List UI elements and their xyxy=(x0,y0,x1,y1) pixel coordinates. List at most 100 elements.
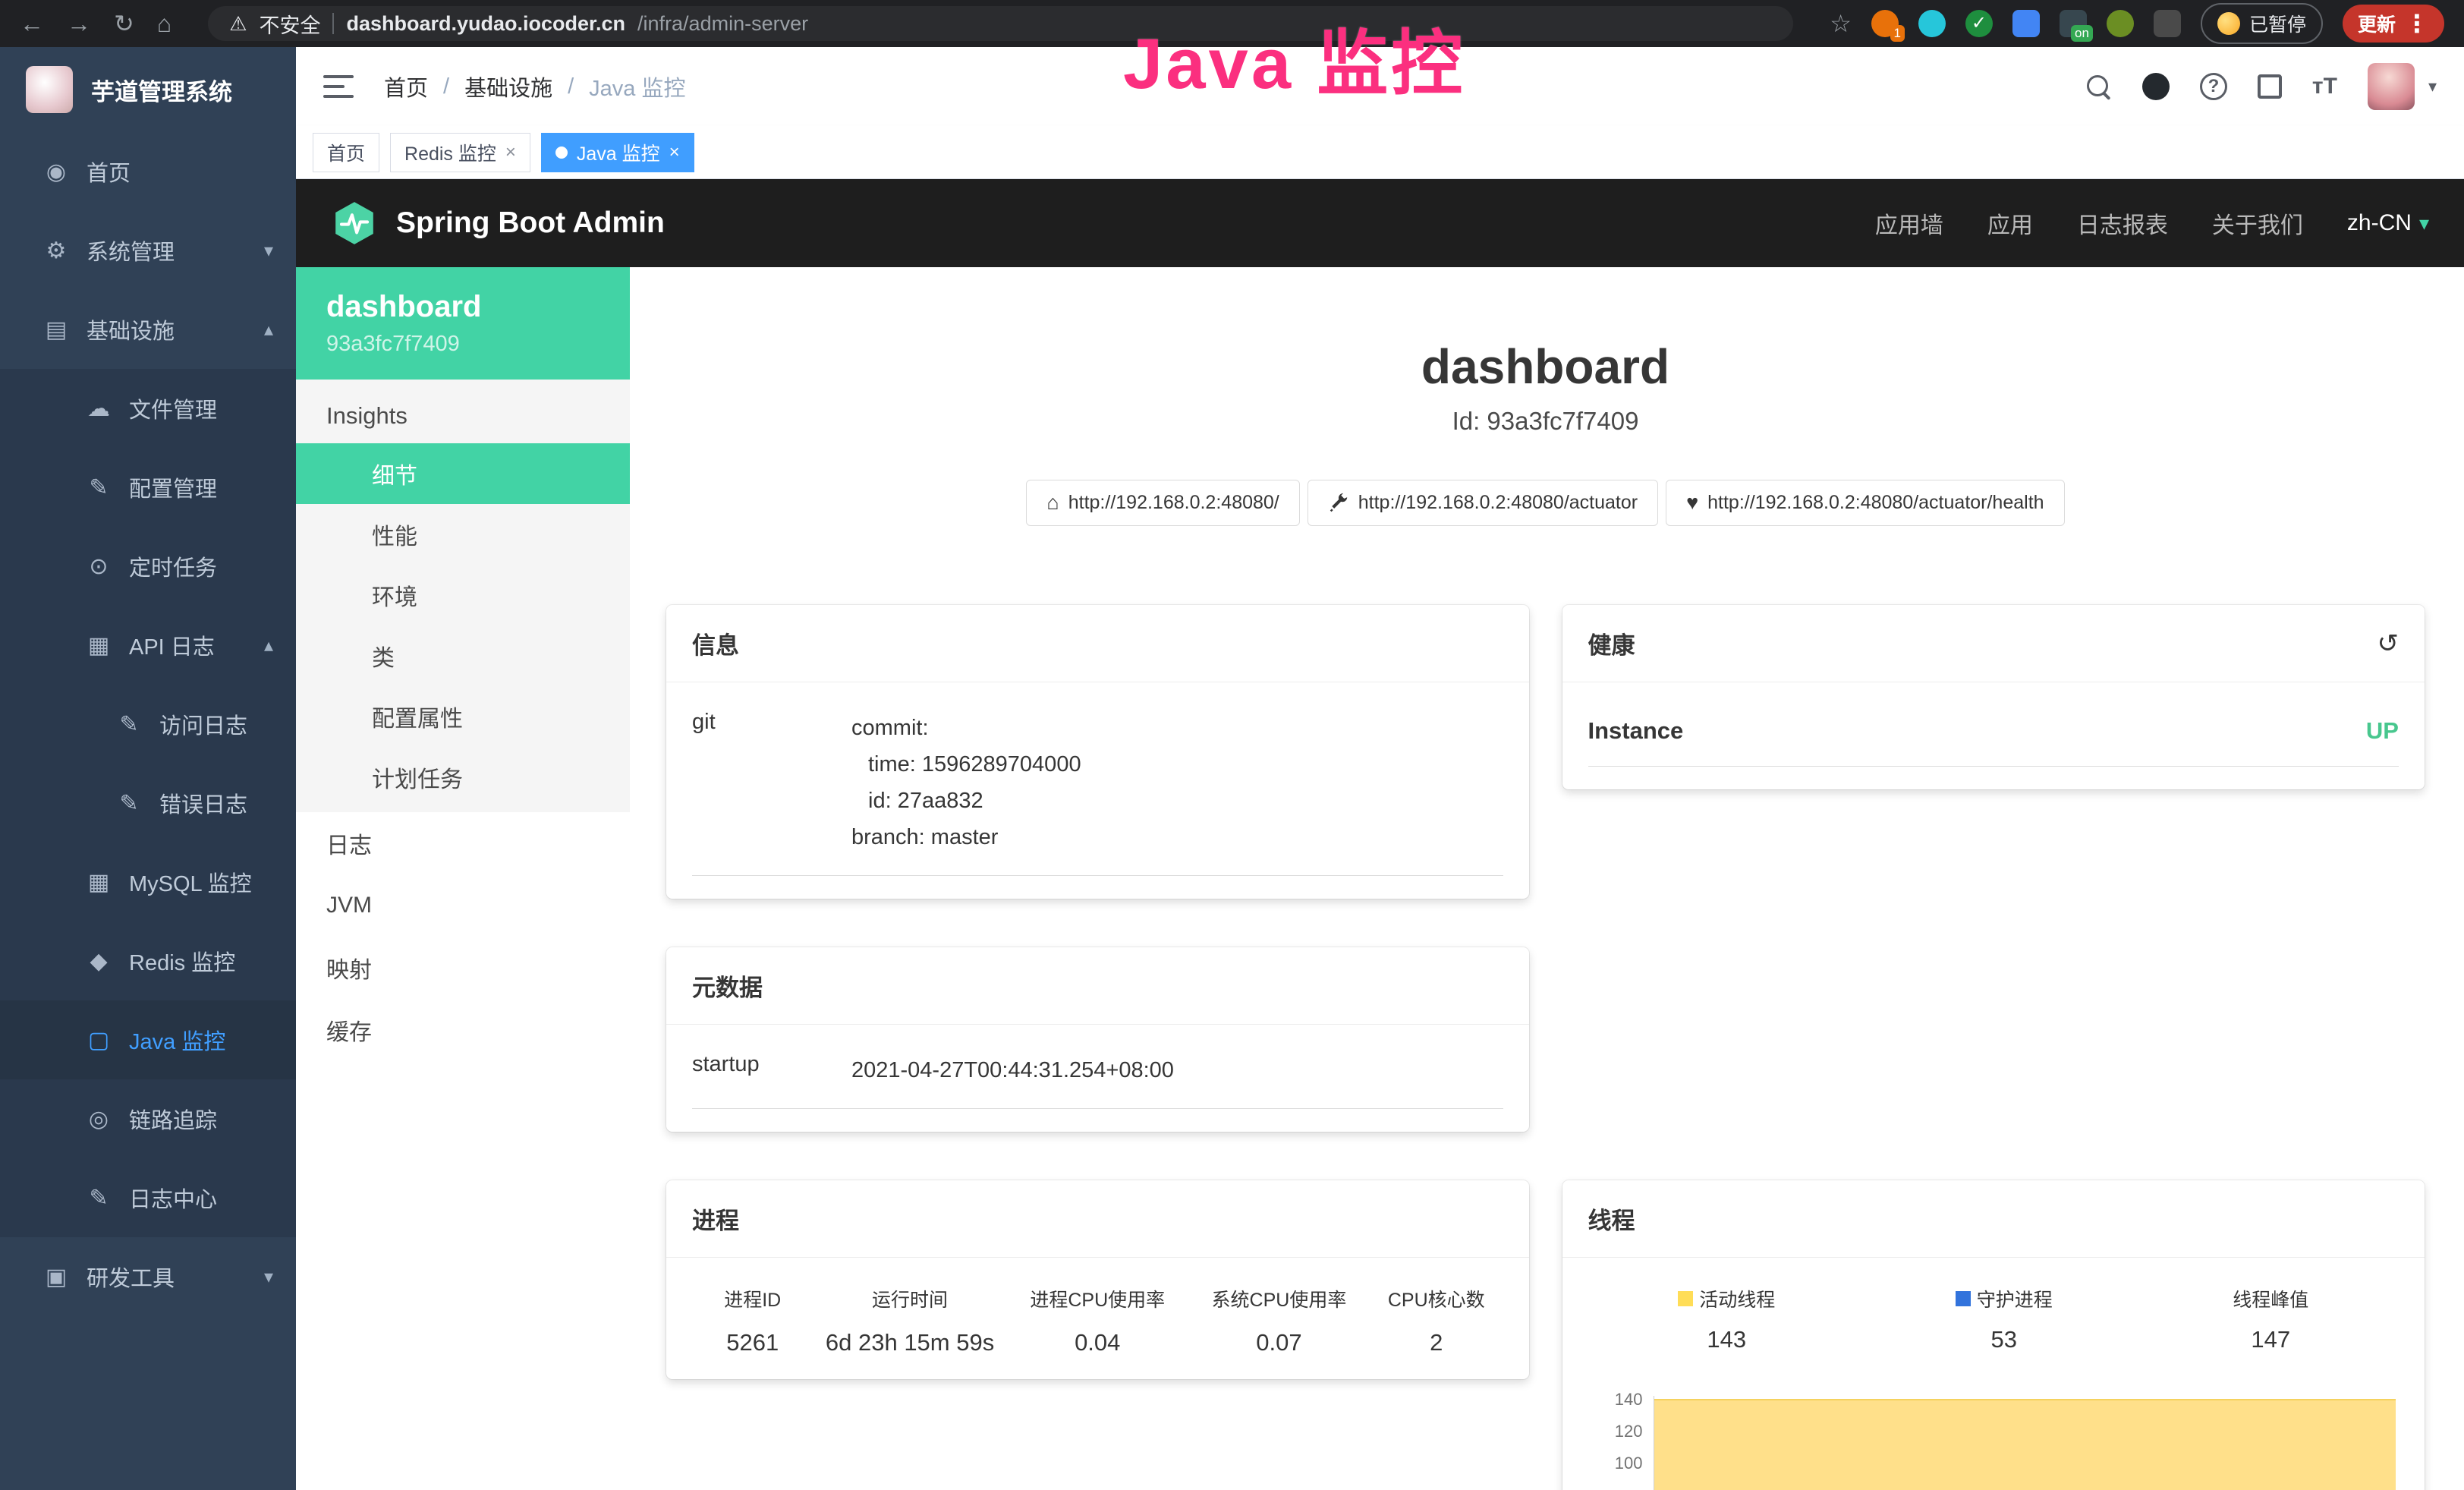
breadcrumb-home[interactable]: 首页 xyxy=(384,71,428,102)
git-id-line: id: 27aa832 xyxy=(851,783,1503,819)
sidebar-item-home[interactable]: ◉ 首页 xyxy=(0,132,296,211)
sidebar-item-error-logs[interactable]: ✎ 错误日志 xyxy=(0,764,296,843)
sba-brand-title[interactable]: Spring Boot Admin xyxy=(396,206,665,240)
forward-icon[interactable]: → xyxy=(67,11,91,36)
profile-paused-badge[interactable]: 已暂停 xyxy=(2201,3,2323,44)
sidebar-item-label: 系统管理 xyxy=(87,235,175,266)
sidebar-item-java-monitor[interactable]: ▢ Java 监控 xyxy=(0,1000,296,1079)
sba-sidebar-item-scheduled[interactable]: 计划任务 xyxy=(296,747,630,808)
sidebar-toggle-icon[interactable] xyxy=(323,75,354,98)
sba-sidebar-item-environment[interactable]: 环境 xyxy=(296,565,630,625)
sba-nav-journal[interactable]: 日志报表 xyxy=(2077,206,2168,240)
home-icon[interactable]: ⌂ xyxy=(157,11,172,36)
extension-icon[interactable] xyxy=(2154,10,2181,37)
sba-sidebar-item-classes[interactable]: 类 xyxy=(296,625,630,686)
sidebar-item-dev-tools[interactable]: ▣ 研发工具 ▾ xyxy=(0,1237,296,1316)
legend-daemon-threads: 守护进程 53 xyxy=(1956,1285,2053,1353)
extension-icon[interactable]: on xyxy=(2060,10,2087,37)
sba-nav-wallboard[interactable]: 应用墙 xyxy=(1875,206,1943,240)
chrome-menu-icon[interactable]: ⋮ xyxy=(2405,11,2429,36)
extension-icon[interactable] xyxy=(1918,10,1946,37)
sidebar-item-api-logs[interactable]: ▦ API 日志 ▴ xyxy=(0,606,296,685)
breadcrumb-separator: / xyxy=(443,74,449,99)
sba-main-content: dashboard Id: 93a3fc7f7409 ⌂ http://192.… xyxy=(630,267,2464,1490)
legend-label: 线程峰值 xyxy=(2233,1285,2308,1312)
edit-icon: ✎ xyxy=(85,474,112,501)
edit-icon: ✎ xyxy=(115,711,143,738)
sidebar-item-system[interactable]: ⚙ 系统管理 ▾ xyxy=(0,211,296,290)
avatar-caret-icon[interactable]: ▾ xyxy=(2428,77,2437,96)
peak-threads-value: 147 xyxy=(2233,1326,2308,1353)
fullscreen-icon[interactable] xyxy=(2258,74,2282,99)
service-url-button[interactable]: ⌂ http://192.168.0.2:48080/ xyxy=(1026,480,1299,526)
reload-icon[interactable]: ↻ xyxy=(114,11,134,36)
extension-icon[interactable] xyxy=(2012,10,2040,37)
github-icon[interactable] xyxy=(2142,73,2170,100)
sidebar-item-mysql-monitor[interactable]: ▦ MySQL 监控 xyxy=(0,843,296,921)
sba-sidebar-item-mappings[interactable]: 映射 xyxy=(296,937,630,999)
sba-sidebar-item-jvm[interactable]: JVM xyxy=(296,874,630,937)
app-logo[interactable]: 芋道管理系统 xyxy=(0,47,296,132)
sba-nav-about[interactable]: 关于我们 xyxy=(2212,206,2303,240)
not-secure-warning-icon[interactable]: ⚠ xyxy=(229,12,247,36)
sba-sidebar-item-details[interactable]: 细节 xyxy=(296,443,630,504)
locale-selector[interactable]: zh-CN ▾ xyxy=(2347,210,2429,236)
close-icon[interactable]: × xyxy=(505,142,516,163)
instance-id-subtitle: Id: 93a3fc7f7409 xyxy=(666,407,2425,436)
metadata-startup-row: startup 2021-04-27T00:44:31.254+08:00 xyxy=(692,1052,1503,1109)
extension-icon[interactable] xyxy=(2107,10,2134,37)
bookmark-star-icon[interactable]: ☆ xyxy=(1830,11,1852,36)
process-col-header: 进程CPU使用率 xyxy=(1007,1285,1188,1329)
sba-sidebar-item-metrics[interactable]: 性能 xyxy=(296,504,630,565)
sba-sidebar-section-insights[interactable]: Insights xyxy=(296,380,630,443)
search-icon[interactable] xyxy=(2085,73,2112,100)
help-icon[interactable]: ? xyxy=(2200,73,2227,100)
sidebar-item-infrastructure[interactable]: ▤ 基础设施 ▴ xyxy=(0,290,296,369)
browser-chrome: ← → ↻ ⌂ ⚠ 不安全 dashboard.yudao.iocoder.cn… xyxy=(0,0,2464,47)
sidebar-item-tracing[interactable]: ◎ 链路追踪 xyxy=(0,1079,296,1158)
sidebar-item-scheduled-tasks[interactable]: ⊙ 定时任务 xyxy=(0,527,296,606)
tab-redis-monitor[interactable]: Redis 监控 × xyxy=(390,133,530,172)
process-col-header: 运行时间 xyxy=(813,1285,1006,1329)
url-bar[interactable]: ⚠ 不安全 dashboard.yudao.iocoder.cn/infra/a… xyxy=(208,6,1793,41)
user-avatar[interactable] xyxy=(2368,63,2415,110)
back-icon[interactable]: ← xyxy=(20,11,44,36)
tab-java-monitor[interactable]: Java 监控 × xyxy=(541,133,694,172)
sidebar-item-access-logs[interactable]: ✎ 访问日志 xyxy=(0,685,296,764)
breadcrumb: 首页 / 基础设施 / Java 监控 xyxy=(384,71,685,102)
health-url-button[interactable]: ♥ http://192.168.0.2:48080/actuator/heal… xyxy=(1666,480,2064,526)
edit-icon: ✎ xyxy=(115,790,143,817)
chrome-update-button[interactable]: 更新 ⋮ xyxy=(2343,5,2444,43)
gear-icon: ⚙ xyxy=(42,238,70,264)
extension-icon[interactable]: ✓ xyxy=(1965,10,1993,37)
sba-instance-header[interactable]: dashboard 93a3fc7f7409 xyxy=(296,267,630,380)
sba-sidebar-item-config-props[interactable]: 配置属性 xyxy=(296,686,630,747)
health-instance-row[interactable]: Instance UP xyxy=(1588,710,2399,767)
close-icon[interactable]: × xyxy=(669,142,680,163)
sba-sidebar-item-logs[interactable]: 日志 xyxy=(296,812,630,874)
tags-icon: ◆ xyxy=(85,948,112,975)
sidebar-item-label: API 日志 xyxy=(129,629,215,661)
extension-badge: 1 xyxy=(1890,25,1905,42)
tab-home[interactable]: 首页 xyxy=(313,133,379,172)
font-size-icon[interactable]: тT xyxy=(2312,74,2337,99)
metadata-value: 2021-04-27T00:44:31.254+08:00 xyxy=(851,1052,1503,1088)
sidebar-item-label: Redis 监控 xyxy=(129,945,235,977)
sidebar-item-file-management[interactable]: ☁ 文件管理 xyxy=(0,369,296,448)
legend-label: 活动线程 xyxy=(1699,1285,1775,1312)
breadcrumb-current: Java 监控 xyxy=(589,71,685,102)
extension-icon[interactable]: 1 xyxy=(1871,10,1899,37)
active-threads-area xyxy=(1654,1399,2396,1490)
screen: ← → ↻ ⌂ ⚠ 不安全 dashboard.yudao.iocoder.cn… xyxy=(0,0,2464,1490)
git-commit-line: commit: xyxy=(851,710,1503,746)
sba-nav-applications[interactable]: 应用 xyxy=(1987,206,2033,240)
chevron-up-icon: ▴ xyxy=(264,635,273,657)
sidebar-item-config-management[interactable]: ✎ 配置管理 xyxy=(0,448,296,527)
profile-avatar-icon xyxy=(2217,12,2240,35)
history-icon[interactable]: ↺ xyxy=(2377,628,2399,659)
breadcrumb-infrastructure[interactable]: 基础设施 xyxy=(464,71,552,102)
sidebar-item-redis-monitor[interactable]: ◆ Redis 监控 xyxy=(0,921,296,1000)
sba-sidebar-item-caches[interactable]: 缓存 xyxy=(296,999,630,1061)
actuator-url-button[interactable]: http://192.168.0.2:48080/actuator xyxy=(1308,480,1658,526)
sidebar-item-log-center[interactable]: ✎ 日志中心 xyxy=(0,1158,296,1237)
